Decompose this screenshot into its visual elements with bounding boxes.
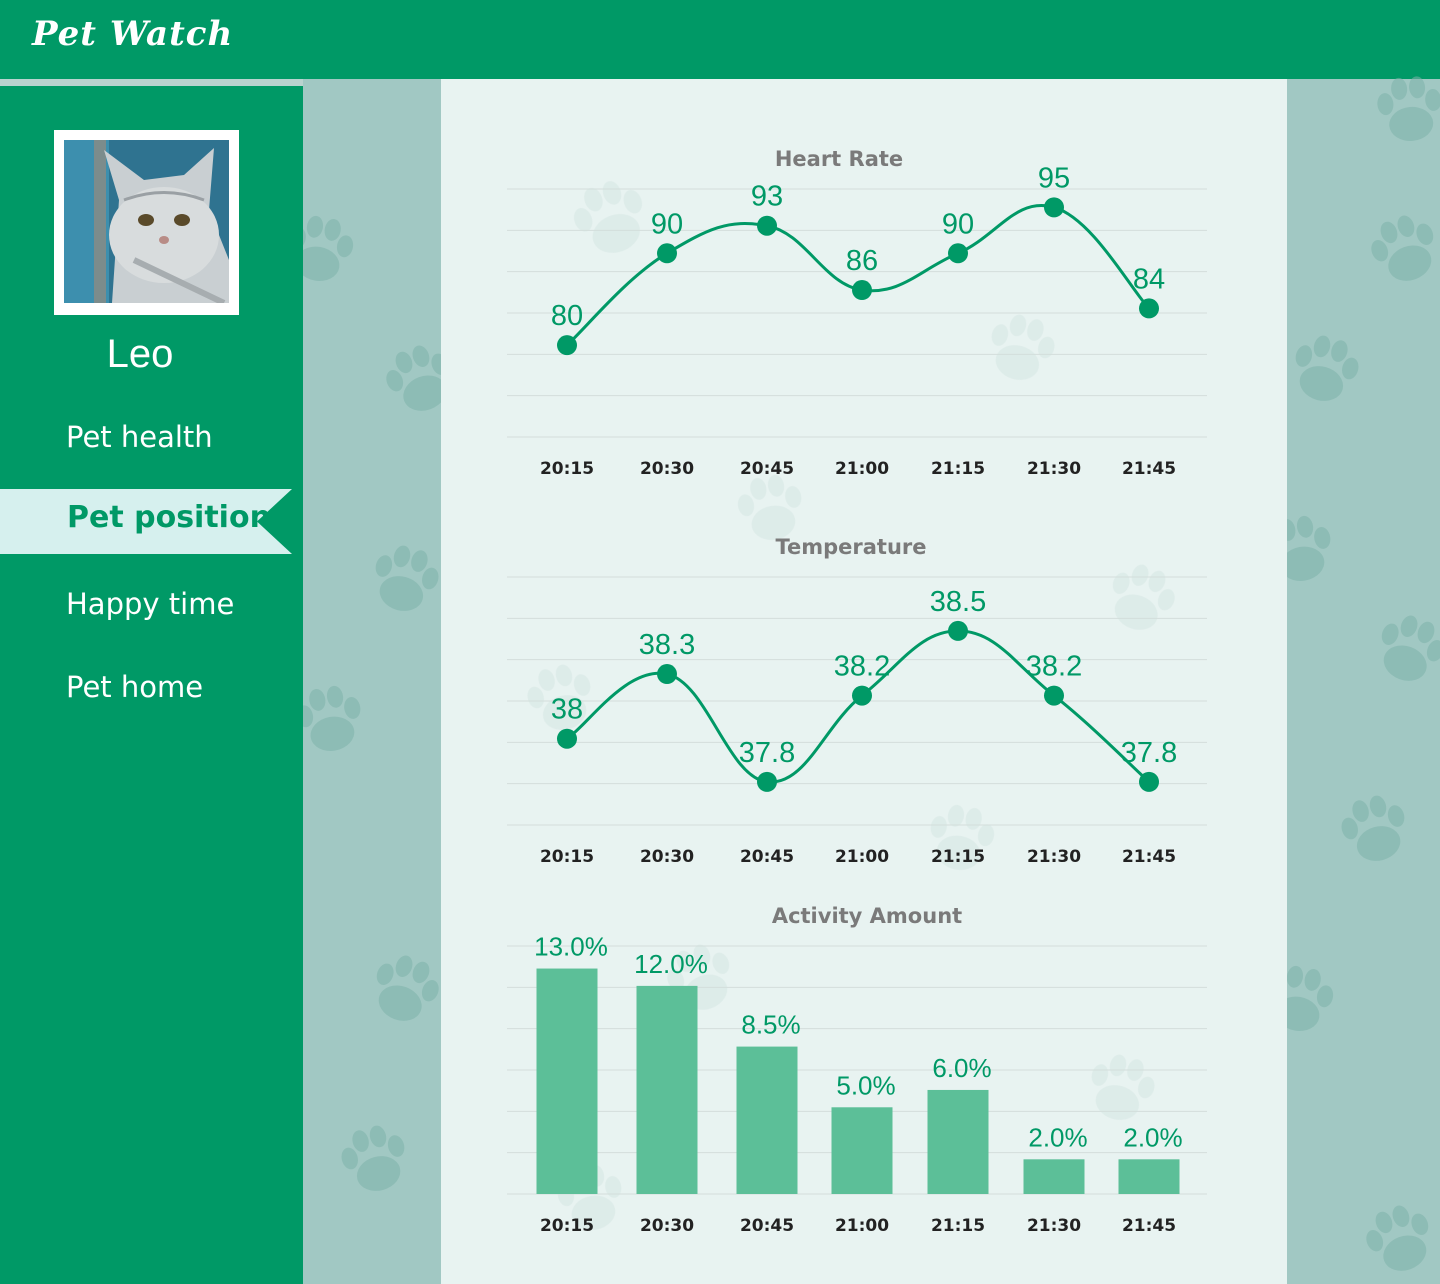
x-tick-label: 21:45: [1122, 1216, 1176, 1236]
data-label: 38.5: [930, 586, 986, 618]
bar: [636, 985, 698, 1194]
x-tick-label: 20:15: [540, 1216, 594, 1236]
x-tick-label: 21:00: [835, 1216, 889, 1236]
x-tick-label: 21:15: [931, 1216, 985, 1236]
data-label: 90: [942, 208, 974, 240]
data-label: 38.3: [639, 629, 695, 661]
pet-avatar: [64, 140, 229, 303]
charts-panel: Heart Rate 20:15 20:30 20:45 21:00 21:15 21:30…: [441, 79, 1287, 1284]
data-label: 2.0%: [1028, 1122, 1087, 1152]
data-point: [557, 728, 577, 749]
x-tick-label: 20:45: [740, 459, 794, 479]
data-label: 8.5%: [741, 1010, 800, 1040]
bar: [831, 1107, 893, 1194]
data-point: [657, 664, 677, 685]
data-label: 93: [751, 181, 783, 213]
data-label: 80: [551, 300, 583, 332]
data-label: 2.0%: [1123, 1122, 1182, 1152]
data-point: [852, 280, 872, 301]
chart-title: Temperature: [775, 535, 926, 559]
data-label: 13.0%: [534, 932, 608, 962]
x-tick-label: 21:45: [1122, 847, 1176, 867]
x-tick-label: 20:45: [740, 1216, 794, 1236]
x-tick-label: 21:45: [1122, 459, 1176, 479]
data-label: 84: [1133, 263, 1165, 295]
pet-name: Leo: [106, 332, 174, 376]
data-point: [1139, 298, 1159, 319]
bar: [736, 1046, 798, 1194]
chart-2: Activity Amount 20:15 20:30 20:45 21:00 21:15…: [507, 904, 1207, 1236]
data-label: 95: [1038, 162, 1070, 194]
data-point: [1044, 197, 1064, 218]
x-tick-label: 21:30: [1027, 459, 1081, 479]
bar: [536, 968, 598, 1194]
data-point: [1044, 685, 1064, 706]
data-point: [1139, 771, 1159, 792]
chart-title: Heart Rate: [775, 147, 903, 171]
x-tick-label: 21:15: [931, 847, 985, 867]
data-label: 37.8: [1121, 737, 1177, 769]
x-tick-label: 20:30: [640, 459, 694, 479]
chart-title: Activity Amount: [772, 904, 962, 928]
nav-pet-health[interactable]: Pet health: [66, 420, 213, 454]
data-point: [757, 771, 777, 792]
x-tick-label: 21:30: [1027, 847, 1081, 867]
data-point: [757, 215, 777, 236]
data-label: 12.0%: [634, 949, 708, 979]
x-tick-label: 21:00: [835, 847, 889, 867]
data-label: 5.0%: [836, 1070, 895, 1100]
data-label: 37.8: [739, 737, 795, 769]
nav-pet-home[interactable]: Pet home: [66, 670, 203, 704]
nav-pet-position[interactable]: Pet position: [67, 500, 271, 535]
x-tick-label: 21:30: [1027, 1216, 1081, 1236]
chart-0: Heart Rate 20:15 20:30 20:45 21:00 21:15 21:30…: [507, 147, 1207, 479]
data-point: [852, 685, 872, 706]
chart-1: Temperature 20:15 20:30 20:45 21:00 21:15 21:3…: [507, 535, 1207, 867]
bar: [1023, 1159, 1085, 1194]
data-label: 90: [651, 208, 683, 240]
data-label: 6.0%: [932, 1053, 991, 1083]
data-point: [557, 335, 577, 356]
data-point: [657, 243, 677, 264]
data-point: [948, 243, 968, 264]
data-label: 38.2: [834, 651, 890, 683]
bar: [1118, 1159, 1180, 1194]
x-tick-label: 20:15: [540, 847, 594, 867]
bar: [927, 1089, 989, 1194]
nav-happy-time[interactable]: Happy time: [66, 587, 234, 621]
x-tick-label: 20:30: [640, 847, 694, 867]
data-point: [948, 620, 968, 641]
x-tick-label: 20:45: [740, 847, 794, 867]
data-label: 86: [846, 245, 878, 277]
x-tick-label: 21:15: [931, 459, 985, 479]
x-tick-label: 20:15: [540, 459, 594, 479]
data-label: 38.2: [1026, 651, 1082, 683]
charts-canvas: Heart Rate 20:15 20:30 20:45 21:00 21:15 21:30…: [507, 147, 1207, 1236]
avatar-frame: [54, 130, 239, 315]
data-label: 38: [551, 694, 583, 726]
x-tick-label: 20:30: [640, 1216, 694, 1236]
cat-photo-icon: [64, 140, 229, 303]
x-tick-label: 21:00: [835, 459, 889, 479]
